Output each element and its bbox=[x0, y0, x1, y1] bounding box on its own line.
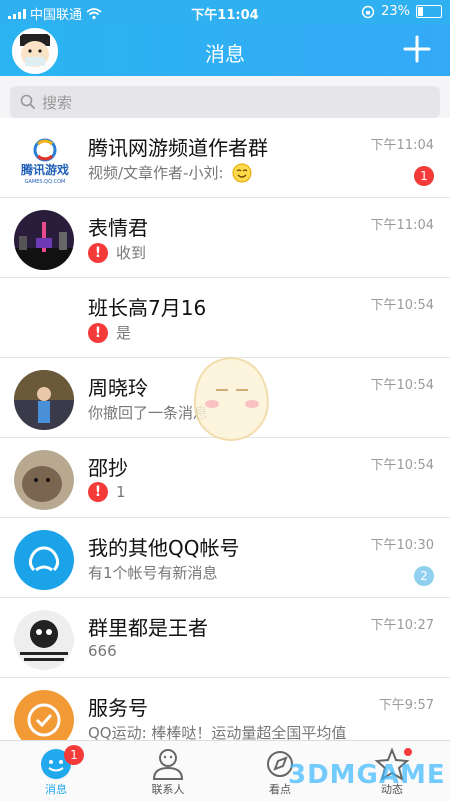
conversation-name: 表情君 bbox=[88, 216, 148, 240]
conversation-name: 班长高7月16 bbox=[88, 296, 207, 320]
battery-icon bbox=[416, 5, 442, 18]
header-bar: 消息 bbox=[0, 24, 450, 76]
conversation-preview: QQ运动: 棒棒哒！运动量超全国平均值 bbox=[88, 722, 346, 740]
send-failed-icon[interactable]: ! bbox=[88, 482, 108, 502]
conversation-time: 下午10:30 bbox=[370, 538, 434, 553]
tab-moments[interactable]: 动态 bbox=[336, 741, 448, 801]
preview-text: 有1个帐号有新消息 bbox=[88, 564, 218, 582]
conversation-name: 群里都是王者 bbox=[88, 616, 208, 640]
conversation-avatar bbox=[14, 450, 74, 510]
conversation-avatar bbox=[14, 610, 74, 670]
send-failed-icon[interactable]: ! bbox=[88, 322, 108, 343]
conversation-time: 下午11:04 bbox=[370, 138, 434, 153]
service-badge-icon bbox=[27, 703, 61, 737]
conversation-row[interactable]: 表情君 下午11:04 ! 收到 bbox=[0, 198, 450, 278]
status-right: 23% bbox=[361, 4, 442, 19]
conversation-time: 下午10:54 bbox=[370, 378, 434, 393]
plus-icon[interactable] bbox=[402, 34, 432, 64]
tab-label: 动态 bbox=[381, 783, 403, 796]
send-failed-icon[interactable]: ! bbox=[88, 242, 108, 263]
conversation-name: 周晓玲 bbox=[88, 376, 148, 400]
conversation-time: 下午10:54 bbox=[370, 298, 434, 313]
smile-emoji-icon bbox=[232, 163, 252, 182]
unread-badge: 2 bbox=[414, 566, 434, 586]
qq-accounts-icon bbox=[28, 546, 60, 572]
preview-text: 视频/文章作者-小刘: bbox=[88, 164, 224, 182]
conversation-preview: 有1个帐号有新消息 bbox=[88, 562, 218, 583]
logo-text: 腾讯游戏 bbox=[20, 162, 69, 177]
conversation-time: 下午10:27 bbox=[370, 618, 434, 633]
conversation-time: 下午9:57 bbox=[378, 698, 434, 713]
conversation-avatar bbox=[14, 370, 74, 430]
conversation-name: 邵抄 bbox=[88, 456, 128, 480]
conversation-row[interactable]: 邵抄 下午10:54 ! 1 bbox=[0, 438, 450, 518]
preview-text: QQ运动: 棒棒哒！运动量超全国平均值 bbox=[88, 724, 347, 740]
tab-unread-badge: 1 bbox=[64, 745, 84, 765]
preview-text: 你撤回了一条消息 bbox=[88, 404, 209, 422]
star-icon bbox=[374, 747, 412, 781]
search-bar-container: 搜索 bbox=[0, 76, 450, 118]
conversation-avatar: 腾讯游戏 GAMES.QQ.COM bbox=[12, 130, 78, 190]
tab-label: 联系人 bbox=[151, 783, 185, 796]
tab-discover[interactable]: 看点 bbox=[224, 741, 336, 801]
tab-label: 消息 bbox=[45, 783, 67, 796]
conversation-name: 我的其他QQ帐号 bbox=[88, 536, 240, 560]
conversation-row[interactable]: 群里都是王者 下午10:27 666 bbox=[0, 598, 450, 678]
tencent-games-logo: 腾讯游戏 GAMES.QQ.COM bbox=[20, 138, 69, 185]
conversation-row[interactable]: 腾讯游戏 GAMES.QQ.COM 腾讯网游频道作者群 下午11:04 视频/文… bbox=[0, 118, 450, 198]
conversation-row[interactable]: 服务号 下午9:57 QQ运动: 棒棒哒！运动量超全国平均值 bbox=[0, 678, 450, 740]
conversation-preview: 你撤回了一条消息 bbox=[88, 402, 208, 423]
city-night-avatar bbox=[14, 210, 74, 270]
conversation-time: 下午11:04 bbox=[370, 218, 434, 233]
conversation-name: 服务号 bbox=[88, 696, 148, 720]
unread-badge: 1 bbox=[414, 166, 434, 186]
page-title: 消息 bbox=[205, 42, 245, 66]
conversation-preview: ! 是 bbox=[88, 322, 131, 343]
person-avatar bbox=[14, 370, 74, 430]
tab-label: 看点 bbox=[269, 783, 291, 796]
conversation-name: 腾讯网游频道作者群 bbox=[88, 136, 268, 160]
search-icon bbox=[20, 94, 36, 110]
preview-text: 是 bbox=[116, 324, 132, 342]
conversation-preview: 视频/文章作者-小刘: bbox=[88, 162, 252, 183]
battery-label: 23% bbox=[381, 4, 410, 19]
rotation-lock-icon bbox=[361, 5, 375, 18]
tab-contacts[interactable]: 联系人 bbox=[112, 741, 224, 801]
conversation-preview: 666 bbox=[88, 642, 117, 660]
conversation-row[interactable]: 周晓玲 下午10:54 你撤回了一条消息 bbox=[0, 358, 450, 438]
conversation-preview: ! 收到 bbox=[88, 242, 146, 263]
meme-avatar bbox=[14, 610, 74, 670]
tab-messages[interactable]: 1 消息 bbox=[0, 741, 112, 801]
status-bar: 中国联通 下午11:04 23% bbox=[0, 0, 450, 24]
conversation-avatar bbox=[14, 530, 74, 590]
search-input[interactable]: 搜索 bbox=[10, 86, 440, 118]
discover-icon bbox=[267, 751, 293, 777]
conversation-row[interactable]: 我的其他QQ帐号 下午10:30 有1个帐号有新消息 2 bbox=[0, 518, 450, 598]
conversation-preview: ! 1 bbox=[88, 482, 126, 502]
conversation-row[interactable]: 班长高7月16 下午10:54 ! 是 bbox=[0, 278, 450, 358]
conversation-list: 腾讯游戏 GAMES.QQ.COM 腾讯网游频道作者群 下午11:04 视频/文… bbox=[0, 118, 450, 740]
bottom-tab-bar: 1 消息 联系人 看点 动态 bbox=[0, 740, 450, 801]
animal-avatar bbox=[14, 450, 74, 510]
preview-text: 1 bbox=[116, 483, 126, 501]
search-placeholder: 搜索 bbox=[42, 93, 73, 112]
conversation-time: 下午10:54 bbox=[370, 458, 434, 473]
contacts-icon bbox=[152, 749, 184, 780]
preview-text: 666 bbox=[88, 642, 117, 660]
logo-subtext: GAMES.QQ.COM bbox=[25, 179, 66, 185]
conversation-avatar bbox=[14, 690, 74, 740]
conversation-avatar bbox=[14, 210, 74, 270]
conversation-avatar bbox=[14, 290, 74, 350]
preview-text: 收到 bbox=[116, 244, 147, 262]
